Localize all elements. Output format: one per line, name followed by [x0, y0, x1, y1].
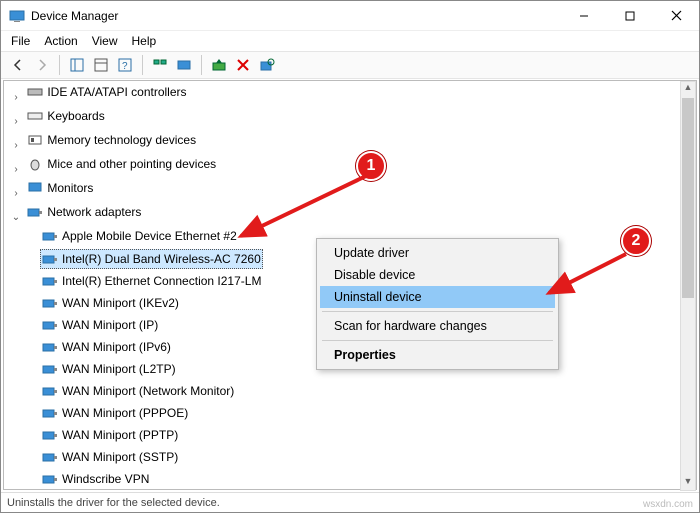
- ctx-separator: [322, 311, 553, 312]
- properties-button[interactable]: [90, 54, 112, 76]
- maximize-button[interactable]: [607, 1, 653, 31]
- network-adapter-icon: [42, 383, 58, 399]
- category-mice[interactable]: Mice and other pointing devices: [25, 155, 218, 173]
- category-keyboards[interactable]: Keyboards: [25, 107, 106, 125]
- network-device-item[interactable]: WAN Miniport (PPPOE): [40, 404, 190, 422]
- ctx-uninstall-device[interactable]: Uninstall device: [320, 286, 555, 308]
- device-label: WAN Miniport (L2TP): [62, 360, 176, 378]
- menu-bar: File Action View Help: [1, 31, 699, 51]
- ctx-separator: [322, 340, 553, 341]
- network-adapter-icon: [42, 317, 58, 333]
- network-adapter-icon: [42, 449, 58, 465]
- svg-text:?: ?: [122, 61, 128, 72]
- watermark: wsxdn.com: [643, 499, 693, 510]
- device-label: WAN Miniport (PPPOE): [62, 404, 188, 422]
- network-adapter-icon: [42, 339, 58, 355]
- close-button[interactable]: [653, 1, 699, 31]
- uninstall-device-button[interactable]: [232, 54, 254, 76]
- device-label: Windscribe VPN: [62, 470, 149, 488]
- vertical-scrollbar[interactable]: ▲ ▼: [680, 81, 696, 491]
- network-adapter-icon: [42, 295, 58, 311]
- device-label: Apple Mobile Device Ethernet #2: [62, 227, 237, 245]
- device-label: WAN Miniport (PPTP): [62, 426, 178, 444]
- ctx-scan-hardware[interactable]: Scan for hardware changes: [320, 315, 555, 337]
- network-device-item[interactable]: WAN Miniport (SSTP): [40, 448, 180, 466]
- view-devices-by-connection-button[interactable]: [173, 54, 195, 76]
- status-bar: Uninstalls the driver for the selected d…: [1, 492, 699, 512]
- expand-icon[interactable]: ›: [10, 185, 22, 203]
- annotation-badge-2: 2: [621, 226, 651, 256]
- scroll-thumb[interactable]: [682, 98, 694, 298]
- network-adapter-icon: [27, 204, 43, 220]
- expand-icon[interactable]: ›: [10, 161, 22, 179]
- device-label: WAN Miniport (IP): [62, 316, 158, 334]
- update-driver-button[interactable]: [208, 54, 230, 76]
- ctx-update-driver[interactable]: Update driver: [320, 242, 555, 264]
- menu-help[interactable]: Help: [132, 34, 157, 48]
- network-adapter-icon: [42, 361, 58, 377]
- network-device-item[interactable]: WAN Miniport (IP): [40, 316, 160, 334]
- network-device-item[interactable]: WAN Miniport (Network Monitor): [40, 382, 236, 400]
- device-label: WAN Miniport (SSTP): [62, 448, 178, 466]
- device-label: Intel(R) Ethernet Connection I217-LM: [62, 272, 261, 290]
- app-icon: [9, 8, 25, 24]
- category-monitors[interactable]: Monitors: [25, 179, 95, 197]
- expand-icon[interactable]: ›: [10, 89, 22, 107]
- minimize-button[interactable]: [561, 1, 607, 31]
- network-adapter-icon: [42, 427, 58, 443]
- ctx-disable-device[interactable]: Disable device: [320, 264, 555, 286]
- network-adapter-icon: [42, 405, 58, 421]
- scan-hardware-button[interactable]: [256, 54, 278, 76]
- help-button[interactable]: ?: [114, 54, 136, 76]
- device-label: WAN Miniport (Network Monitor): [62, 382, 234, 400]
- network-device-item[interactable]: Windscribe VPN: [40, 470, 151, 488]
- forward-button[interactable]: [31, 54, 53, 76]
- category-memory[interactable]: Memory technology devices: [25, 131, 198, 149]
- back-button[interactable]: [7, 54, 29, 76]
- network-device-item[interactable]: WAN Miniport (PPTP): [40, 426, 180, 444]
- network-device-item[interactable]: Intel(R) Dual Band Wireless-AC 7260: [40, 249, 263, 269]
- network-adapter-icon: [42, 471, 58, 487]
- ide-icon: [27, 84, 43, 100]
- network-device-item[interactable]: WAN Miniport (IPv6): [40, 338, 173, 356]
- network-device-item[interactable]: Intel(R) Ethernet Connection I217-LM: [40, 272, 263, 290]
- network-adapter-icon: [42, 273, 58, 289]
- device-label: WAN Miniport (IKEv2): [62, 294, 179, 312]
- status-text: Uninstalls the driver for the selected d…: [7, 497, 220, 509]
- window-title: Device Manager: [31, 9, 118, 23]
- expand-icon[interactable]: ›: [10, 137, 22, 155]
- collapse-icon[interactable]: ⌄: [10, 209, 22, 227]
- mouse-icon: [27, 156, 43, 172]
- annotation-badge-1: 1: [356, 151, 386, 181]
- show-hide-tree-button[interactable]: [66, 54, 88, 76]
- scroll-up-icon[interactable]: ▲: [681, 82, 695, 96]
- title-bar: Device Manager: [1, 1, 699, 31]
- context-menu: Update driver Disable device Uninstall d…: [316, 238, 559, 370]
- menu-view[interactable]: View: [92, 34, 118, 48]
- keyboard-icon: [27, 108, 43, 124]
- scroll-down-icon[interactable]: ▼: [681, 476, 695, 490]
- category-network-adapters[interactable]: Network adapters: [25, 203, 143, 221]
- network-device-item[interactable]: WAN Miniport (IKEv2): [40, 294, 181, 312]
- menu-file[interactable]: File: [11, 34, 30, 48]
- menu-action[interactable]: Action: [44, 34, 77, 48]
- memory-icon: [27, 132, 43, 148]
- view-devices-by-type-button[interactable]: [149, 54, 171, 76]
- device-label: Intel(R) Dual Band Wireless-AC 7260: [62, 250, 261, 268]
- network-device-item[interactable]: WAN Miniport (L2TP): [40, 360, 178, 378]
- network-adapter-icon: [42, 251, 58, 267]
- network-adapter-icon: [42, 228, 58, 244]
- network-device-item[interactable]: Apple Mobile Device Ethernet #2: [40, 227, 239, 245]
- ctx-properties[interactable]: Properties: [320, 344, 555, 366]
- monitor-icon: [27, 180, 43, 196]
- device-label: WAN Miniport (IPv6): [62, 338, 171, 356]
- toolbar: ?: [1, 51, 699, 79]
- category-ide[interactable]: IDE ATA/ATAPI controllers: [25, 83, 188, 101]
- expand-icon[interactable]: ›: [10, 113, 22, 131]
